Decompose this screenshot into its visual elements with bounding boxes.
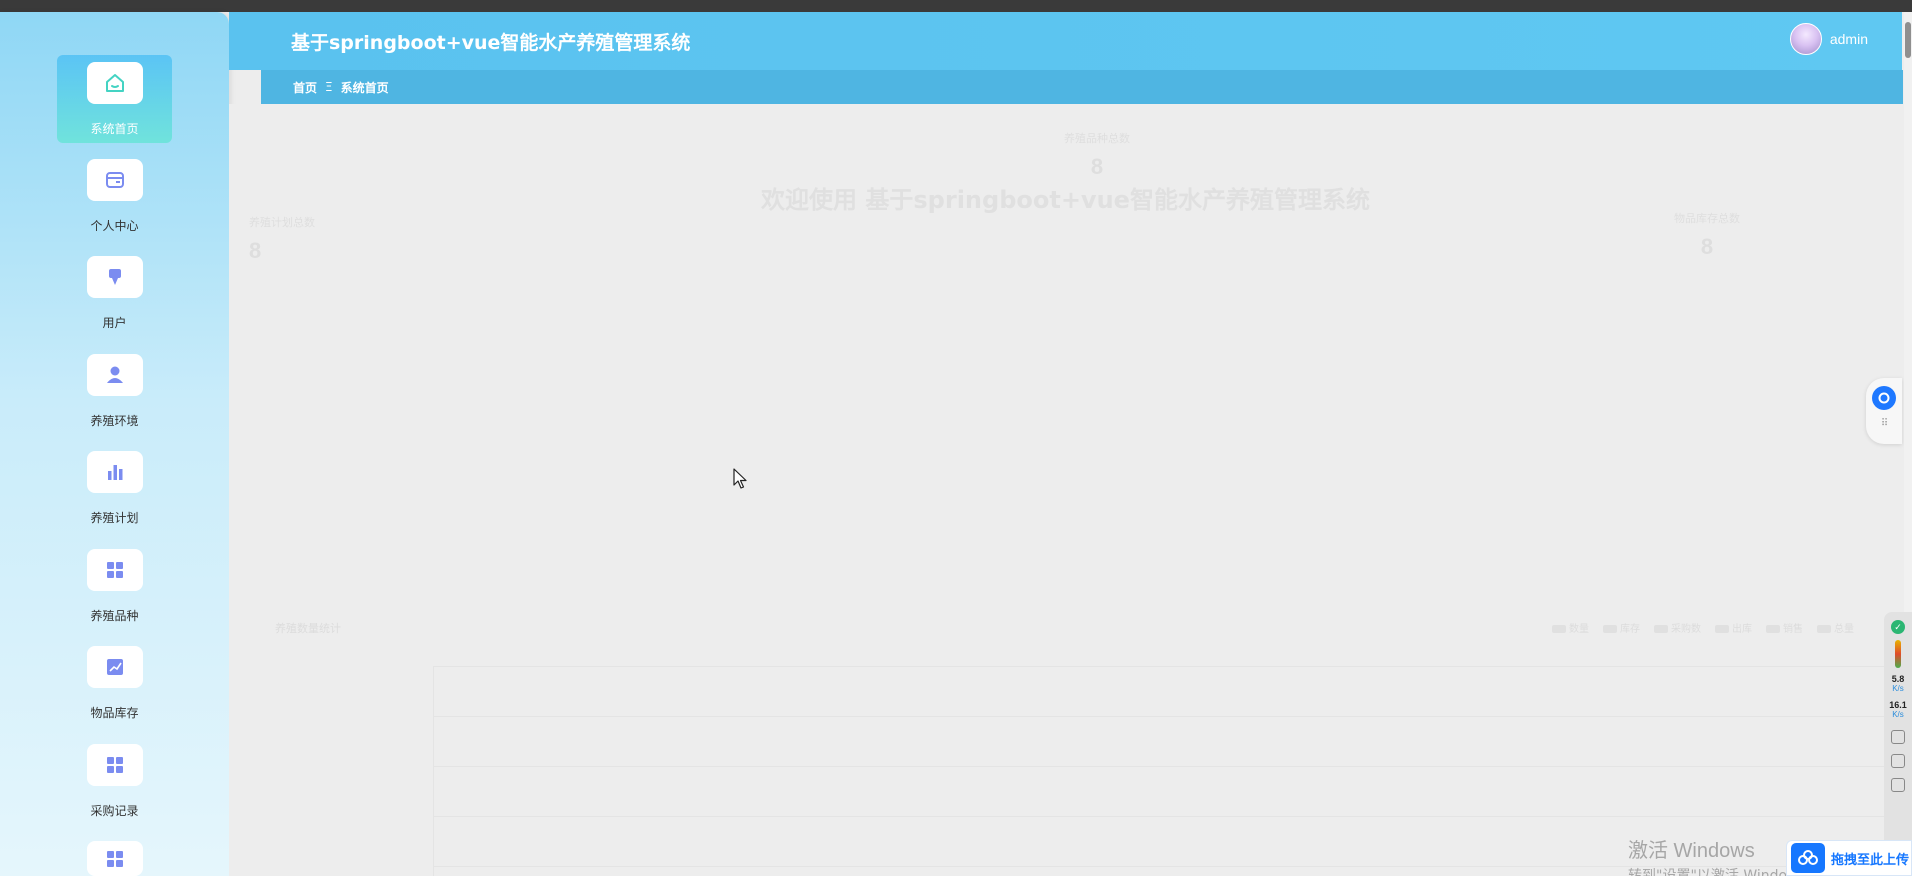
legend-item[interactable]: 总量 [1817, 620, 1854, 635]
breadcrumb: 首页 Ξ 系统首页 [261, 70, 1903, 104]
breadcrumb-home[interactable]: 首页 [293, 79, 317, 96]
stat-label: 养殖品种总数 [1064, 133, 1130, 145]
chart-gridline [434, 666, 1904, 667]
chart-title: 养殖数量统计 [275, 623, 341, 635]
chart-gridline [434, 766, 1904, 767]
chart-legend: 数量 库存 采购数 出库 销售 总量 [1552, 620, 1854, 635]
net-up-value: 5.8 [1891, 674, 1905, 684]
avatar[interactable] [1789, 23, 1822, 55]
sidebar-item-profile[interactable]: 个人中心 [57, 152, 172, 240]
wallet-icon [86, 159, 143, 201]
sidebar-item-label: 养殖环境 [90, 414, 139, 428]
stat-value: 8 [1700, 234, 1714, 259]
legend-item[interactable]: 库存 [1603, 620, 1640, 635]
top-header: 基于springboot+vue智能水产养殖管理系统 admin [229, 12, 1902, 70]
sidebar-item-label: 物品库存 [90, 706, 139, 720]
upload-label: 拖拽至此上传 [1831, 852, 1910, 868]
site-title: 基于springboot+vue智能水产养殖管理系统 [291, 32, 691, 54]
legend-item[interactable]: 数量 [1552, 620, 1589, 635]
drag-upload-button[interactable]: 拖拽至此上传 [1786, 840, 1912, 876]
legend-item[interactable]: 销售 [1766, 620, 1803, 635]
breadcrumb-separator: Ξ [325, 80, 333, 94]
welcome-heading: 欢迎使用 基于springboot+vue智能水产养殖管理系统 [761, 186, 1370, 214]
mouse-cursor [733, 468, 747, 495]
browser-top-strip [0, 0, 1912, 12]
legend-item[interactable]: 采购数 [1654, 620, 1701, 635]
net-upload-speed: 5.8 K/s [1892, 674, 1905, 694]
sidebar-item-label: 采购记录 [90, 804, 139, 818]
username[interactable]: admin [1830, 31, 1868, 47]
pin-icon [86, 256, 143, 298]
cloud-upload-icon [1791, 843, 1825, 873]
chart-y-axis [433, 666, 434, 876]
main-content: 养殖品种总数 8 养殖计划总数 8 物品库存总数 8 欢迎使用 基于spring… [229, 104, 1904, 876]
search-icon[interactable] [1891, 778, 1905, 792]
swirl-icon[interactable] [1891, 730, 1905, 744]
legend-item[interactable]: 出库 [1715, 620, 1752, 635]
system-widget-strip: ✓ 5.8 K/s 16.1 K/s [1884, 612, 1912, 876]
home-icon [86, 62, 143, 104]
net-down-value: 16.1 [1889, 700, 1907, 710]
chart-gridline [434, 716, 1904, 717]
page-scrollbar[interactable] [1904, 12, 1912, 612]
crop-icon[interactable] [1891, 754, 1905, 768]
net-download-speed: 16.1 K/s [1889, 700, 1907, 720]
sidebar-item-plan[interactable]: 养殖计划 [57, 444, 172, 532]
sidebar-item-home[interactable]: 系统首页 [57, 55, 172, 143]
sidebar-item-breed[interactable]: 养殖品种 [57, 542, 172, 630]
stat-value: 8 [249, 238, 262, 263]
sidebar-item-users[interactable]: 用户 [57, 249, 172, 337]
stat-value: 8 [1090, 154, 1104, 179]
grid-icon [86, 841, 143, 876]
meter-icon [1895, 640, 1901, 668]
floating-assistant[interactable]: ⠿ [1866, 378, 1902, 444]
person-icon [86, 354, 143, 396]
sidebar-item-label: 用户 [102, 316, 127, 330]
grid-icon [86, 744, 143, 786]
stat-card: 物品库存总数 8 [1639, 210, 1775, 260]
user-menu[interactable]: admin [1789, 23, 1868, 55]
breadcrumb-current: 系统首页 [340, 80, 389, 95]
scrollbar-thumb[interactable] [1905, 22, 1911, 58]
sidebar-item-label: 养殖计划 [90, 511, 139, 525]
sidebar-item-label: 系统首页 [90, 122, 139, 136]
sidebar: 系统首页 个人中心 用户 养殖环境 养殖计划 养殖品种 物品库存 采购记录 [0, 12, 229, 876]
net-down-unit: K/s [1892, 710, 1904, 719]
chart-gridline [434, 816, 1904, 817]
sidebar-item-label: 个人中心 [90, 219, 139, 233]
sidebar-item-label: 养殖品种 [90, 609, 139, 623]
stat-card: 养殖计划总数 8 [249, 214, 385, 264]
net-up-unit: K/s [1892, 684, 1904, 693]
assistant-icon[interactable] [1872, 386, 1896, 410]
check-shield-icon[interactable]: ✓ [1891, 620, 1905, 634]
stat-card: 养殖品种总数 8 [1029, 130, 1165, 180]
sidebar-item-environment[interactable]: 养殖环境 [57, 347, 172, 435]
sidebar-item-more[interactable] [57, 834, 172, 876]
line-chart-icon [86, 646, 143, 688]
bar-chart-icon [86, 451, 143, 493]
stat-label: 养殖计划总数 [249, 217, 315, 229]
drag-handle-icon[interactable]: ⠿ [1881, 418, 1888, 429]
grid-icon [86, 549, 143, 591]
sidebar-item-purchase[interactable]: 采购记录 [57, 737, 172, 825]
sidebar-item-inventory[interactable]: 物品库存 [57, 639, 172, 727]
